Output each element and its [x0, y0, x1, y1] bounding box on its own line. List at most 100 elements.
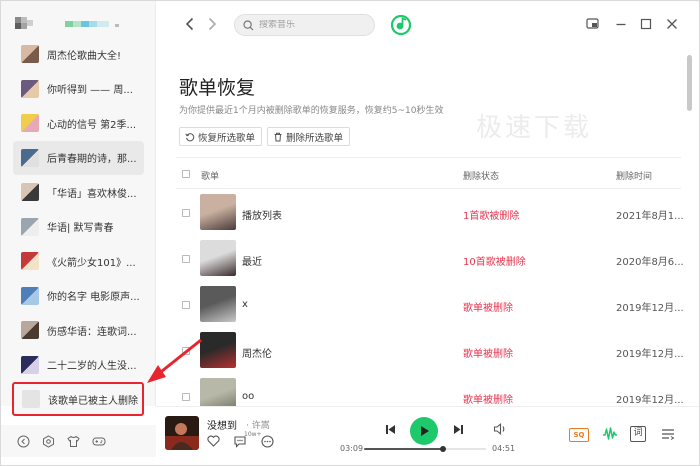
mini-player-button[interactable] [583, 15, 601, 33]
deleted-playlist-label: 该歌单已被主人删除 [48, 395, 138, 407]
sidebar-playlist-item[interactable]: 华语| 默写青春 [1, 210, 156, 245]
playlist-queue-button[interactable] [661, 428, 675, 440]
table-row[interactable]: oo 歌单被删除 2019年12月... [176, 376, 684, 406]
chevron-left-icon [185, 17, 194, 31]
play-icon [420, 426, 429, 436]
chevron-right-icon [208, 17, 217, 31]
playlist-cover-thumb [21, 217, 39, 236]
table-row[interactable]: 周杰伦 歌单被删除 2019年12月... [176, 330, 684, 372]
sidebar-playlist-item[interactable]: 「华语」喜欢林俊... [1, 175, 156, 210]
table-row[interactable]: x 歌单被删除 2019年12月... [176, 284, 684, 326]
playlist-cover-thumb [21, 45, 39, 64]
row-checkbox[interactable] [182, 393, 190, 401]
progress-fill [364, 448, 444, 450]
volume-button[interactable] [493, 423, 507, 435]
delete-date: 2019年12月... [616, 349, 684, 360]
play-pause-button[interactable] [410, 417, 438, 445]
progress-bar[interactable] [364, 446, 486, 452]
row-checkbox[interactable] [182, 347, 190, 355]
column-header-date: 删除时间 [616, 172, 653, 182]
restore-selected-button[interactable]: 恢复所选歌单 [179, 127, 263, 146]
sidebar-playlist-label: 后青春期的诗，那... [47, 154, 137, 166]
now-playing-cover[interactable] [165, 416, 199, 450]
playlist-cover-thumb [21, 355, 39, 374]
delete-date: 2021年8月1... [616, 211, 684, 222]
close-button[interactable] [663, 15, 681, 33]
playlist-cover-thumb [21, 79, 39, 98]
skin-tshirt-icon[interactable] [67, 435, 80, 448]
search-input[interactable] [259, 20, 359, 30]
search-box[interactable] [234, 14, 375, 36]
column-header-status: 删除状态 [463, 172, 500, 182]
vertical-scrollbar[interactable] [687, 55, 692, 111]
maximize-button[interactable] [637, 15, 655, 33]
delete-selected-button[interactable]: 删除所选歌单 [267, 127, 351, 146]
sidebar-playlist-label: 你听得到 —— 周... [47, 85, 133, 97]
hexagon-settings-icon[interactable] [42, 434, 55, 448]
top-header [156, 1, 699, 49]
mini-mode-icon [585, 18, 599, 29]
gamepad-icon[interactable] [92, 435, 106, 448]
sidebar-playlist-item[interactable]: 周杰伦歌曲大全! [1, 37, 156, 72]
row-checkbox[interactable] [182, 301, 190, 309]
close-icon [667, 19, 677, 29]
row-checkbox[interactable] [182, 255, 190, 263]
sidebar-playlist-label: 二十二岁的人生没... [47, 361, 137, 373]
sound-effect-button[interactable] [602, 426, 618, 442]
deleted-playlist-item[interactable]: 该歌单已被主人删除 [12, 382, 144, 416]
heart-icon [207, 435, 220, 447]
table-row[interactable]: 最近 10首歌被删除 2020年8月6... [176, 238, 684, 280]
sidebar-playlist-item[interactable]: 二十二岁的人生没... [1, 348, 156, 383]
user-avatar-mosaic[interactable] [15, 15, 125, 35]
more-dots-icon [261, 435, 274, 448]
lyrics-button[interactable]: 词 [630, 426, 646, 442]
minimize-icon [616, 23, 626, 26]
sidebar: 周杰伦歌曲大全! 你听得到 —— 周... 心动的信号 第2季... 后青春期的诗，那… [1, 1, 156, 457]
sidebar-playlist-item[interactable]: 《火箭少女101》... [1, 244, 156, 279]
sidebar-playlist-label: 「华语」喜欢林俊... [47, 188, 137, 200]
sidebar-playlist-item[interactable]: 心动的信号 第2季... [1, 106, 156, 141]
table-header: 歌单 删除状态 删除时间 [176, 157, 681, 189]
playlist-cover-thumb [21, 148, 39, 167]
playlist-name: oo [242, 391, 255, 402]
back-circle-icon[interactable] [17, 435, 30, 448]
delete-status: 10首歌被删除 [463, 257, 526, 268]
sidebar-playlist-item[interactable]: 伤感华语：连歌词... [1, 313, 156, 348]
next-track-button[interactable] [453, 424, 464, 435]
sidebar-playlist-item[interactable]: 后青春期的诗，那... [13, 140, 144, 175]
minimize-button[interactable] [612, 15, 630, 33]
total-time: 04:51 [492, 444, 516, 453]
delete-date: 2020年8月6... [616, 257, 684, 268]
song-artist[interactable]: · 许嵩 [246, 418, 270, 431]
progress-knob[interactable] [440, 446, 447, 452]
more-button[interactable] [261, 435, 274, 448]
sidebar-playlist-item[interactable]: 你的名字 电影原声... [1, 279, 156, 314]
table-row[interactable]: 播放列表 1首歌被删除 2021年8月1... [176, 192, 684, 234]
sidebar-playlist-label: 心动的信号 第2季... [47, 119, 137, 131]
page-description: 为你提供最近1个月内被删除歌单的恢复服务，恢复约5~10秒生效 [179, 106, 444, 116]
row-checkbox[interactable] [182, 209, 190, 217]
playlist-cover [200, 378, 236, 406]
restore-icon [185, 132, 195, 141]
previous-track-button[interactable] [385, 424, 396, 435]
delete-status: 1首歌被删除 [463, 211, 520, 222]
sound-wave-icon [603, 427, 617, 440]
delete-date: 2019年12月... [616, 303, 684, 314]
forward-button[interactable] [204, 17, 220, 35]
comment-button[interactable] [233, 435, 247, 448]
music-app-window: 周杰伦歌曲大全! 你听得到 —— 周... 心动的信号 第2季... 后青春期的诗，那… [0, 0, 700, 466]
sidebar-playlist-item[interactable]: 你听得到 —— 周... [1, 72, 156, 107]
playlist-name: 播放列表 [242, 211, 282, 222]
playlist-cover-thumb [21, 114, 39, 133]
playlist-name: x [242, 299, 248, 310]
volume-icon [493, 423, 505, 435]
playlist-cover-thumb [21, 286, 39, 305]
back-button[interactable] [182, 17, 198, 35]
like-button[interactable] [207, 435, 220, 447]
select-all-checkbox[interactable] [182, 170, 190, 178]
sound-quality-badge[interactable]: SQ [569, 428, 589, 442]
app-logo-icon[interactable] [390, 14, 412, 38]
sidebar-playlist-label: 《火箭少女101》... [47, 257, 136, 269]
song-title[interactable]: 没想到 [207, 417, 237, 432]
delete-selected-label: 删除所选歌单 [286, 132, 344, 144]
